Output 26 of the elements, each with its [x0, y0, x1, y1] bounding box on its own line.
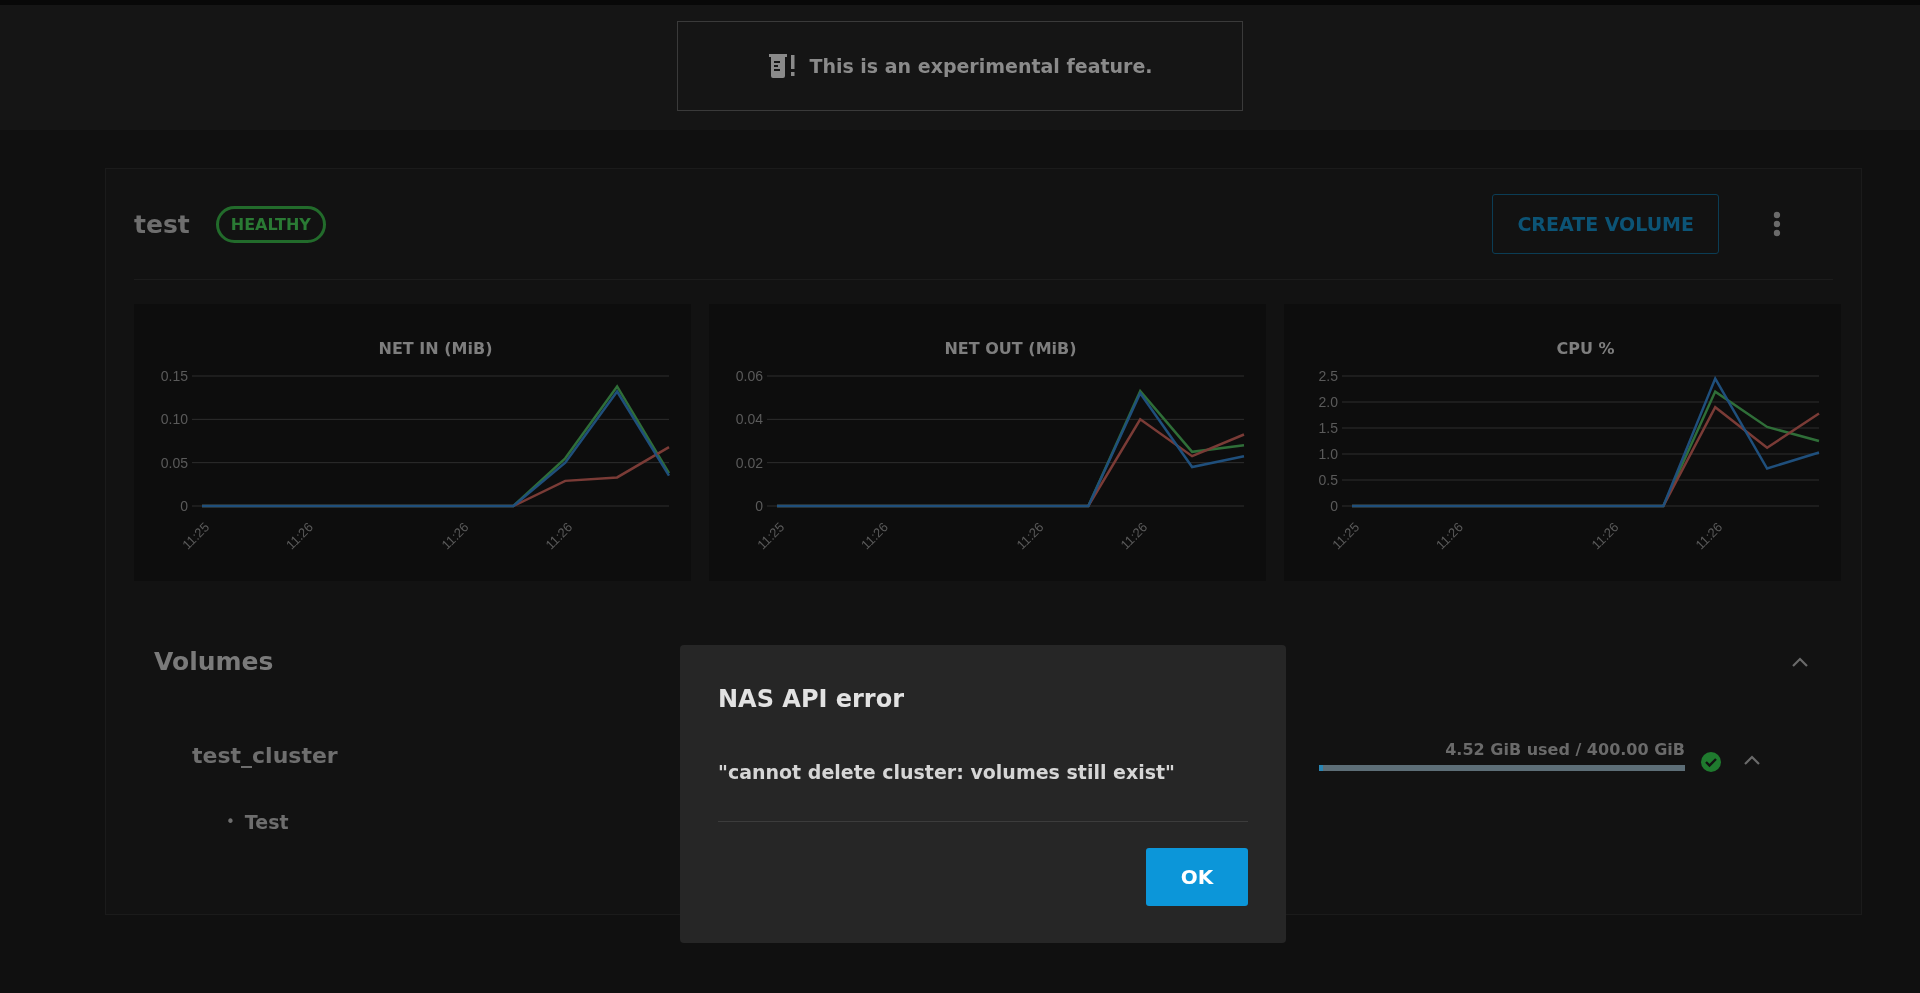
banner-text: This is an experimental feature.: [809, 55, 1153, 77]
status-badge: HEALTHY: [215, 205, 326, 243]
y-tick-label: 0.06: [735, 368, 763, 384]
y-tick-label: 2.5: [1318, 368, 1338, 384]
y-tick-label: 0: [755, 498, 763, 514]
y-tick-label: 1.5: [1318, 420, 1338, 436]
bullet: •: [226, 814, 235, 830]
dialog-message: "cannot delete cluster: volumes still exist": [718, 761, 1176, 783]
chart-title: NET IN (MiB): [378, 339, 493, 358]
usage-text: 4.52 GiB used / 400.00 GiB: [1445, 739, 1685, 759]
dialog-title: NAS API error: [718, 685, 906, 713]
y-tick-label: 0.04: [735, 411, 763, 428]
cluster-name: test: [134, 209, 190, 239]
y-tick-label: 0: [180, 498, 188, 514]
y-tick-label: 0: [1330, 498, 1338, 514]
y-tick-label: 0.5: [1318, 472, 1338, 488]
y-tick-label: 0.02: [735, 454, 763, 471]
y-tick-label: 2.0: [1318, 394, 1338, 410]
y-tick-label: 0.05: [160, 454, 188, 471]
y-tick-label: 0.15: [160, 368, 188, 384]
chart-title: NET OUT (MiB): [944, 339, 1077, 358]
volumes-heading: Volumes: [154, 647, 274, 676]
y-tick-label: 0.10: [160, 411, 188, 428]
volume-cluster-name: test_cluster: [192, 742, 338, 768]
chart-title: CPU %: [1556, 339, 1615, 358]
y-tick-label: 1.0: [1318, 446, 1338, 462]
